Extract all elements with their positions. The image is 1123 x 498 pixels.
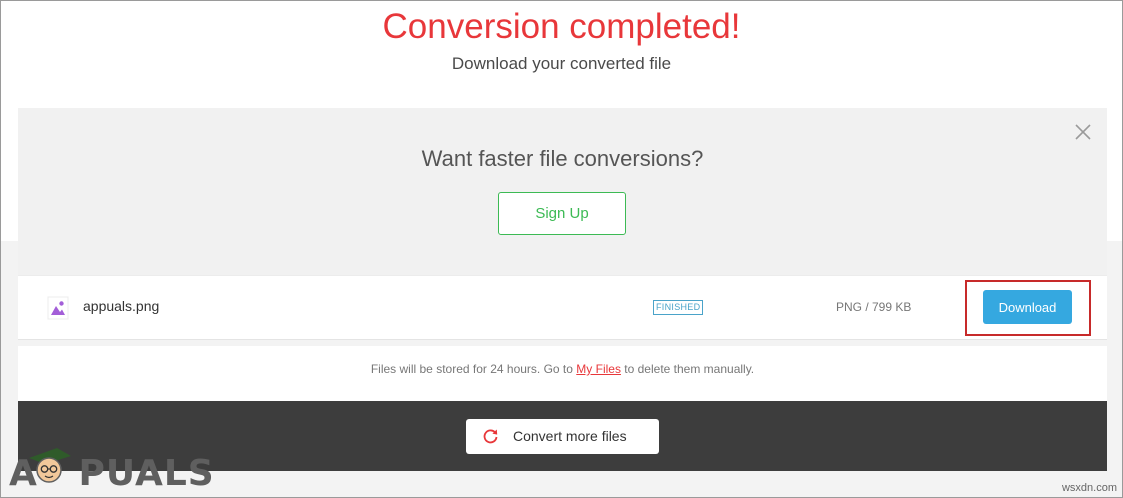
status-badge: FINISHED	[653, 300, 704, 315]
appuals-logo: A PUALS	[9, 444, 219, 496]
conversion-page: Conversion completed! Download your conv…	[0, 0, 1123, 498]
file-size: PNG / 799 KB	[836, 300, 912, 314]
refresh-icon	[482, 428, 499, 445]
storage-info: Files will be stored for 24 hours. Go to…	[18, 346, 1107, 401]
image-file-icon	[47, 296, 69, 320]
file-row: appuals.png FINISHED PNG / 799 KB Downlo…	[18, 275, 1107, 340]
page-subtitle: Download your converted file	[451, 54, 672, 73]
page-title: Conversion completed!	[382, 7, 741, 46]
close-icon[interactable]	[1073, 122, 1093, 142]
storage-info-text-end: to delete them manually.	[620, 362, 755, 376]
promo-heading: Want faster file conversions?	[421, 146, 704, 171]
promo-banner: Want faster file conversions? Sign Up	[18, 108, 1107, 275]
convert-more-files-label: Convert more files	[513, 428, 627, 444]
watermark: wsxdn.com	[1061, 482, 1117, 494]
my-files-link[interactable]: My Files	[576, 362, 621, 376]
file-name: appuals.png	[83, 298, 160, 314]
logo-wordmark: A PUALS	[9, 453, 215, 494]
download-button[interactable]: Download	[983, 290, 1072, 324]
storage-info-text: Files will be stored for 24 hours. Go to	[370, 362, 577, 376]
sign-up-button[interactable]: Sign Up	[498, 192, 626, 235]
convert-more-files-button[interactable]: Convert more files	[466, 419, 659, 454]
